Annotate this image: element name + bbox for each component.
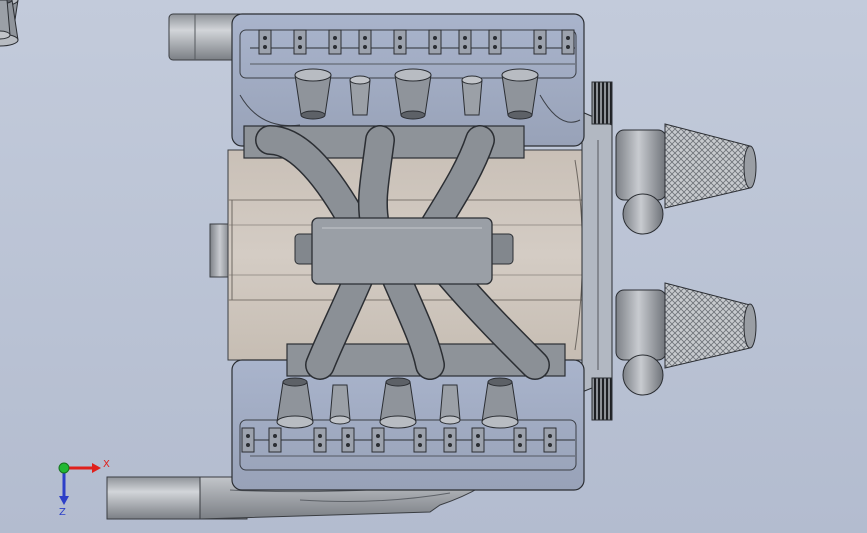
intake-plenum[interactable]	[294, 217, 514, 285]
cad-graphics-viewport[interactable]: X Z	[0, 0, 867, 533]
y-axis-origin	[58, 462, 70, 474]
timing-cover[interactable]	[581, 81, 613, 421]
engine-model-view[interactable]: X Z	[0, 0, 867, 533]
z-axis-label: Z	[59, 507, 66, 518]
x-axis-label: X	[103, 459, 110, 470]
